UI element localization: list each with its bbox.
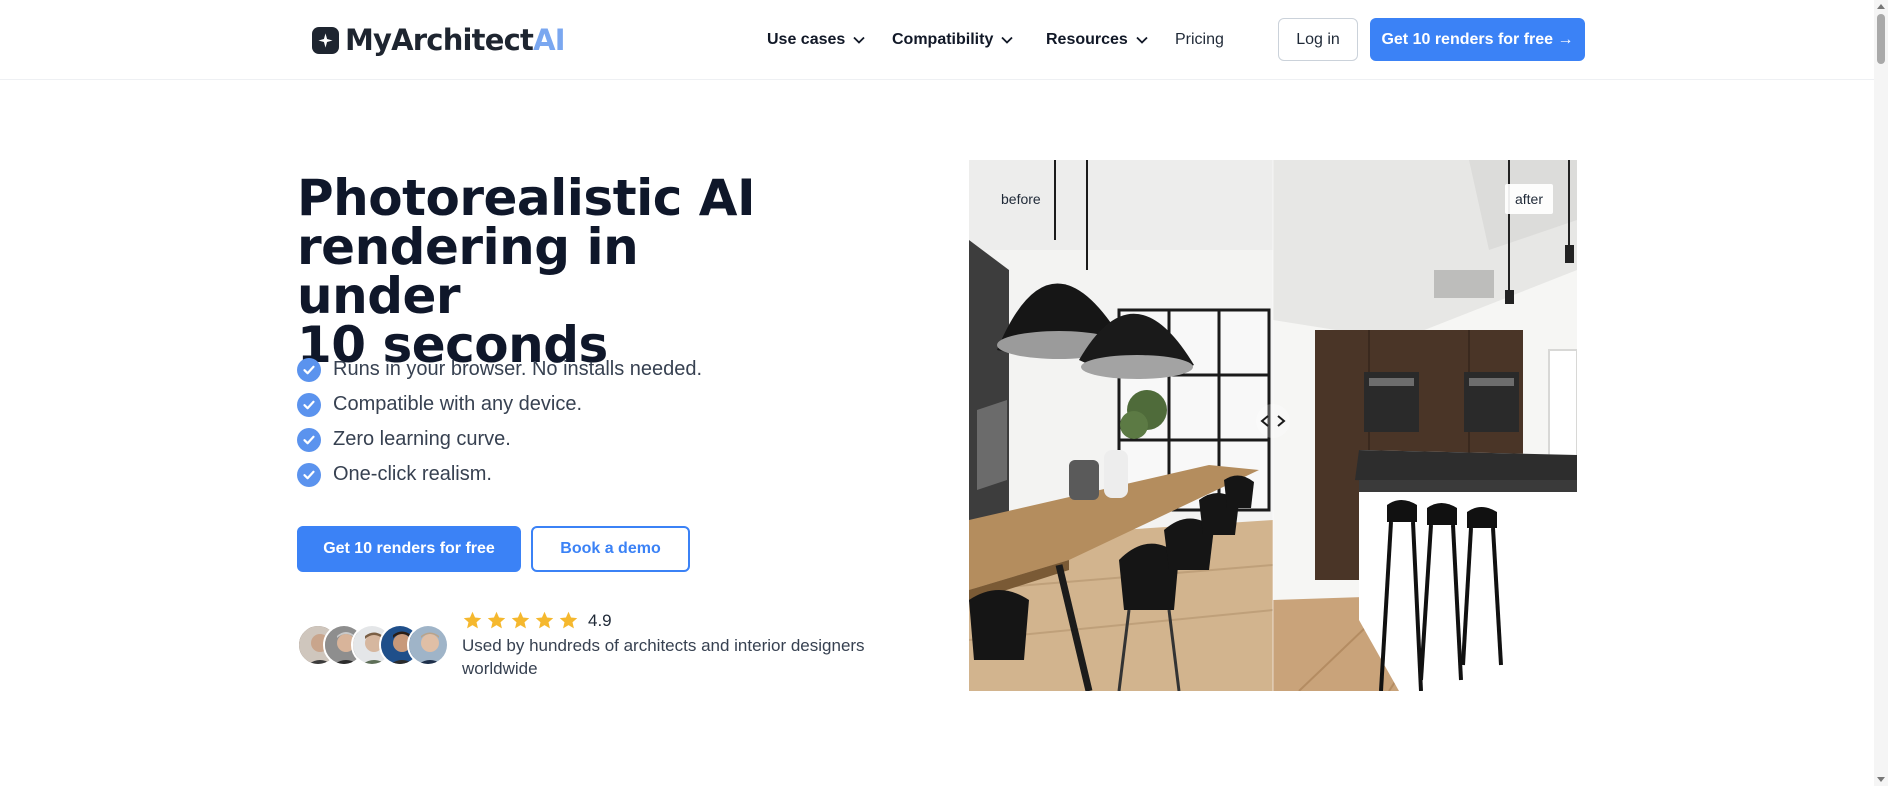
check-circle-icon — [297, 462, 321, 487]
rating-value: 4.9 — [588, 610, 612, 630]
nav-label: Pricing — [1175, 31, 1224, 48]
check-circle-icon — [297, 392, 321, 417]
page-scrollbar[interactable] — [1874, 0, 1888, 786]
feature-text: Zero learning curve. — [333, 428, 511, 450]
compare-arrows-icon[interactable] — [1256, 404, 1290, 438]
hero-title-line: rendering in under — [297, 218, 639, 325]
before-after-slider[interactable]: before after — [969, 160, 1577, 691]
star-icon — [487, 611, 506, 629]
star-icon — [511, 611, 530, 629]
site-header: MyArchitectAI Use cases Compatibility Re… — [0, 0, 1888, 80]
hero-title-line: Photorealistic AI — [297, 169, 756, 227]
check-circle-icon — [297, 427, 321, 452]
feature-item: Compatible with any device. — [297, 387, 702, 422]
hero-title: Photorealistic AI rendering in under 10 … — [297, 169, 817, 370]
logo-text-main: MyArchitect — [345, 23, 534, 57]
nav-resources[interactable]: Resources — [1046, 26, 1148, 54]
feature-text: One-click realism. — [333, 463, 492, 485]
star-icon — [559, 611, 578, 629]
scroll-down-arrow-icon[interactable] — [1877, 777, 1885, 782]
scroll-thumb[interactable] — [1877, 14, 1885, 64]
star-icon — [463, 611, 482, 629]
get-free-renders-button[interactable]: Get 10 renders for free — [297, 526, 521, 572]
chevron-down-icon — [1001, 36, 1013, 44]
book-demo-button[interactable]: Book a demo — [531, 526, 690, 572]
avatar-group — [297, 624, 453, 666]
nav-use-cases[interactable]: Use cases — [767, 26, 865, 54]
nav-pricing[interactable]: Pricing — [1175, 26, 1224, 54]
check-circle-icon — [297, 357, 321, 382]
sparkle-logo-icon — [312, 26, 339, 54]
after-label: after — [1504, 184, 1553, 214]
scroll-up-arrow-icon[interactable] — [1877, 4, 1885, 9]
social-proof-text: Used by hundreds of architects and inter… — [462, 636, 865, 678]
before-label: before — [1001, 191, 1041, 207]
nav-label: Resources — [1046, 31, 1128, 48]
rating: 4.9 — [462, 610, 612, 631]
nav-label: Compatibility — [892, 31, 994, 48]
feature-text: Runs in your browser. No installs needed… — [333, 358, 703, 380]
logo[interactable]: MyArchitectAI — [312, 22, 566, 58]
chevron-down-icon — [1136, 36, 1148, 44]
header-cta-button[interactable]: Get 10 renders for free → — [1370, 18, 1585, 61]
logo-text-accent: AI — [533, 23, 565, 57]
feature-list: Runs in your browser. No installs needed… — [297, 352, 702, 492]
star-icon — [535, 611, 554, 629]
login-button[interactable]: Log in — [1278, 18, 1358, 61]
feature-item: Zero learning curve. — [297, 422, 702, 457]
chevron-down-icon — [853, 36, 865, 44]
feature-text: Compatible with any device. — [333, 393, 583, 415]
nav-compatibility[interactable]: Compatibility — [892, 26, 1013, 54]
feature-item: Runs in your browser. No installs needed… — [297, 352, 702, 387]
nav-label: Use cases — [767, 31, 846, 48]
logo-text: MyArchitectAI — [345, 23, 566, 57]
avatar — [407, 624, 449, 666]
feature-item: One-click realism. — [297, 457, 702, 492]
